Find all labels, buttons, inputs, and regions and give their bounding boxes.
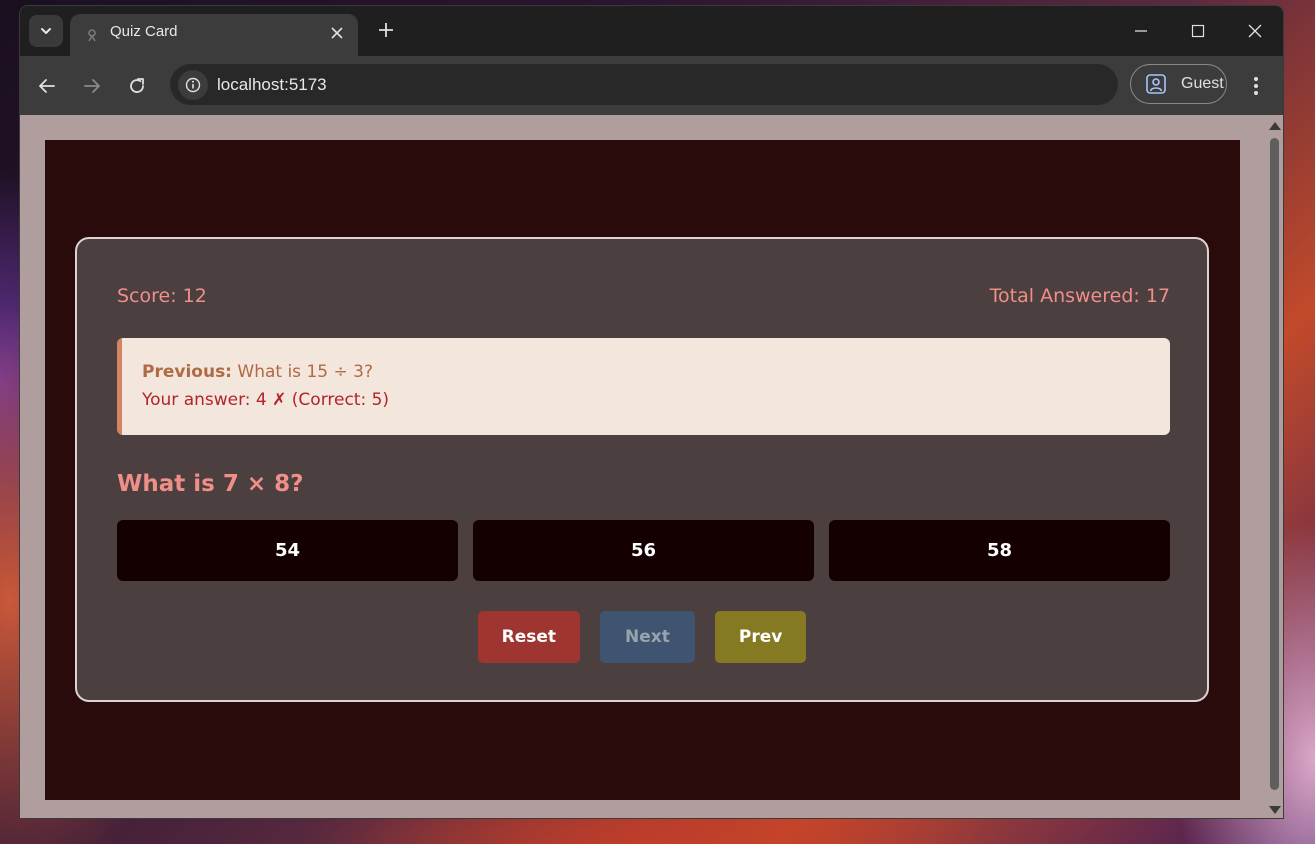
more-vert-icon: [1254, 77, 1258, 95]
previous-answer-result: Your answer: 4 ✗ (Correct: 5): [142, 390, 390, 410]
close-icon: [1248, 24, 1261, 38]
back-button[interactable]: [31, 70, 63, 102]
tab-quiz-card[interactable]: Quiz Card: [70, 14, 358, 56]
navigation-controls: Reset Next Prev: [77, 611, 1207, 663]
reload-icon: [130, 78, 144, 93]
next-button[interactable]: Next: [600, 611, 695, 663]
previous-label: Previous:: [142, 362, 232, 382]
arrow-left-icon: [39, 79, 55, 93]
quiz-card: Score: 12 Total Answered: 17 Previous: W…: [75, 237, 1209, 702]
previous-question-line: Previous: What is 15 ÷ 3?: [142, 362, 373, 382]
tab-search-button[interactable]: [29, 15, 63, 47]
vertical-scrollbar[interactable]: [1266, 115, 1283, 818]
scroll-up-arrow-icon[interactable]: [1269, 122, 1281, 130]
answer-option-1[interactable]: 54: [117, 520, 458, 581]
close-tab-icon[interactable]: [326, 22, 348, 44]
site-info-button[interactable]: [178, 70, 208, 100]
profile-icon: [1145, 73, 1167, 95]
close-window-button[interactable]: [1226, 6, 1283, 56]
app-background: Score: 12 Total Answered: 17 Previous: W…: [45, 140, 1240, 800]
browser-window: Quiz Card localhost:5173 Guest Score: 12…: [20, 6, 1283, 818]
scroll-thumb[interactable]: [1270, 138, 1279, 790]
answer-options: 54 56 58: [117, 520, 1170, 581]
profile-button[interactable]: Guest: [1130, 64, 1227, 104]
tab-title: Quiz Card: [110, 23, 178, 40]
answer-option-2[interactable]: 56: [473, 520, 814, 581]
forward-button[interactable]: [76, 70, 108, 102]
profile-label: Guest: [1181, 75, 1224, 92]
url-text: localhost:5173: [217, 75, 327, 94]
address-bar[interactable]: localhost:5173: [170, 64, 1118, 105]
scroll-down-arrow-icon[interactable]: [1269, 806, 1281, 814]
browser-toolbar: localhost:5173 Guest: [20, 56, 1283, 115]
new-tab-button[interactable]: [372, 16, 400, 44]
reload-button[interactable]: [121, 70, 153, 102]
question-text: What is 7 × 8?: [117, 471, 304, 497]
window-controls: [1112, 6, 1283, 56]
browser-menu-button[interactable]: [1242, 70, 1270, 102]
tab-strip: Quiz Card: [20, 6, 1283, 56]
reset-button[interactable]: Reset: [477, 611, 581, 663]
prev-button[interactable]: Prev: [714, 611, 807, 663]
minimize-button[interactable]: [1112, 6, 1169, 56]
answer-option-3[interactable]: 58: [829, 520, 1170, 581]
favicon-icon: [84, 27, 100, 43]
plus-icon: [379, 23, 393, 37]
chevron-down-icon: [41, 28, 51, 34]
total-answered-text: Total Answered: 17: [989, 285, 1170, 307]
previous-question: What is 15 ÷ 3?: [237, 362, 373, 382]
minimize-icon: [1134, 30, 1147, 32]
info-icon: [185, 77, 201, 93]
maximize-icon: [1191, 24, 1204, 38]
stats-row: Score: 12 Total Answered: 17: [117, 283, 1170, 309]
maximize-button[interactable]: [1169, 6, 1226, 56]
previous-answer-feedback: Previous: What is 15 ÷ 3? Your answer: 4…: [117, 338, 1170, 435]
page-viewport: Score: 12 Total Answered: 17 Previous: W…: [20, 115, 1283, 818]
score-text: Score: 12: [117, 285, 207, 307]
feedback-accent-bar: [117, 338, 122, 435]
arrow-right-icon: [84, 79, 100, 93]
